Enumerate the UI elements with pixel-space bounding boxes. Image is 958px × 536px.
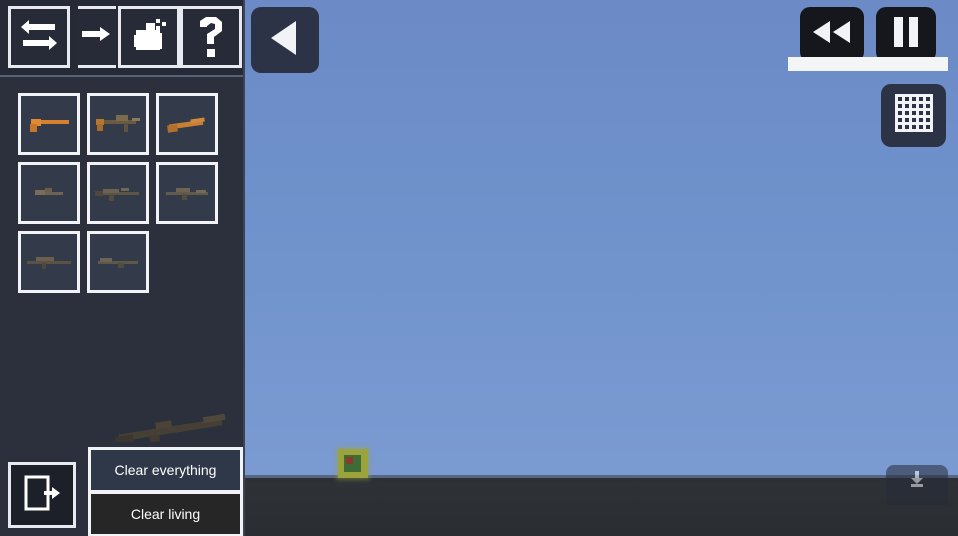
weapon-slot-shotgun[interactable]	[87, 231, 149, 293]
submachine-gun-icon	[94, 111, 142, 137]
question-mark-icon	[196, 15, 226, 59]
exit-door-icon	[22, 473, 62, 518]
sawed-off-shotgun-icon	[165, 113, 209, 135]
weapon-slot-submachine-gun[interactable]	[87, 93, 149, 155]
grid-toggle-button[interactable]	[881, 84, 946, 147]
carbine-icon	[27, 183, 71, 203]
weapon-slot-battle-rifle[interactable]	[156, 162, 218, 224]
clear-menu: Clear everything Clear living	[88, 447, 243, 536]
game-screen: Clear everything Clear living	[0, 0, 958, 536]
rewind-icon	[810, 19, 854, 50]
grid-icon	[894, 93, 934, 138]
clear-living-button[interactable]: Clear living	[91, 494, 240, 534]
speed-slider[interactable]	[788, 57, 948, 71]
weapon-slot-assault-rifle[interactable]	[87, 162, 149, 224]
swap-tool-button[interactable]	[8, 6, 70, 68]
play-left-icon	[268, 19, 302, 62]
top-toolbar	[0, 0, 243, 77]
weapon-inventory-grid	[18, 93, 233, 300]
weapon-slot-sniper-rifle[interactable]	[18, 231, 80, 293]
assault-rifle-icon	[93, 182, 143, 204]
pause-button[interactable]	[876, 7, 936, 62]
pistol-icon	[27, 113, 71, 135]
creature-head	[346, 457, 353, 464]
spray-tool-button[interactable]	[118, 6, 180, 68]
help-tool-button[interactable]	[180, 6, 242, 68]
rewind-button[interactable]	[800, 7, 864, 62]
next-tool-button[interactable]	[78, 6, 116, 68]
download-button[interactable]	[886, 465, 948, 505]
arrow-right-icon	[82, 25, 112, 50]
creature-entity[interactable]	[338, 449, 368, 478]
exit-button[interactable]	[8, 462, 76, 528]
weapon-slot-pistol[interactable]	[18, 93, 80, 155]
swap-arrows-icon	[19, 20, 59, 54]
weapon-slot-carbine[interactable]	[18, 162, 80, 224]
weapon-slot-sawed-off-shotgun[interactable]	[156, 93, 218, 155]
clear-everything-button[interactable]: Clear everything	[91, 450, 240, 490]
pause-icon	[892, 16, 920, 53]
download-icon	[910, 471, 924, 492]
spray-can-icon	[130, 17, 168, 57]
dropped-weapon-sprite	[108, 412, 238, 447]
back-button[interactable]	[251, 7, 319, 73]
sniper-rifle-icon	[24, 252, 74, 272]
battle-rifle-icon	[162, 182, 212, 204]
shotgun-icon	[94, 252, 142, 272]
left-sidebar: Clear everything Clear living	[0, 0, 245, 536]
